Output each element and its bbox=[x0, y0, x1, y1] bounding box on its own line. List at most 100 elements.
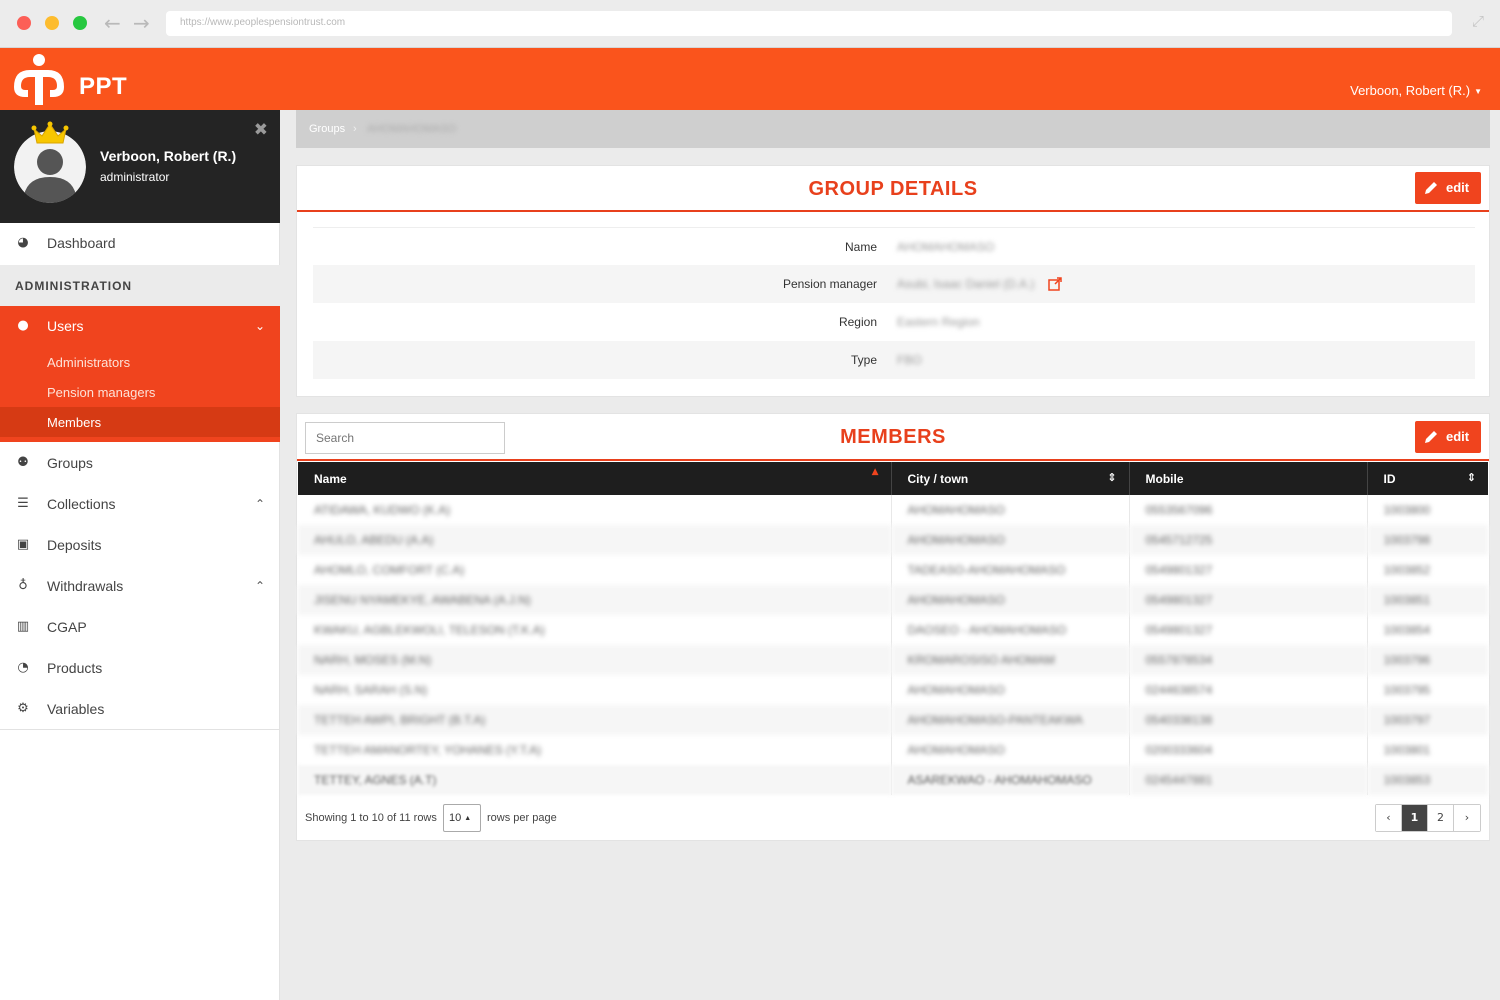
id-cell: 1003796 bbox=[1367, 645, 1488, 675]
table-row[interactable]: NARH, MOSES (M.N) KROMAROSISO AHOMAM 05578… bbox=[298, 645, 1488, 675]
pencil-icon bbox=[1425, 182, 1437, 194]
table-header-row: Name ▲ City / town ⇕ Mobile ID ⇕ bbox=[298, 462, 1488, 495]
breadcrumb: Groups › AHOMAHOMASO bbox=[296, 110, 1490, 148]
group-edit-button[interactable]: edit bbox=[1415, 172, 1481, 204]
name-cell: ATIDAWA, KUDWO (K.A) bbox=[298, 495, 892, 525]
detail-row-type: Type FBO bbox=[313, 341, 1475, 379]
section-title: ADMINISTRATION bbox=[15, 279, 133, 293]
expand-icon[interactable]: ⤢ bbox=[1472, 12, 1484, 30]
nav-pension-managers-label: Pension managers bbox=[47, 385, 156, 400]
mobile-cell: 0549801327 bbox=[1129, 585, 1368, 615]
nav-groups[interactable]: ⚉ Groups bbox=[0, 443, 280, 484]
nav-pension-managers[interactable]: Pension managers bbox=[0, 377, 280, 407]
column-header-name[interactable]: Name ▲ bbox=[298, 462, 892, 495]
table-row[interactable]: JISENU NYAMEKYE, AWABENA (A.J.N) AHOMAHOM… bbox=[298, 585, 1488, 615]
rows-per-page-select[interactable]: 10 ▲ bbox=[443, 804, 481, 832]
column-header-city[interactable]: City / town ⇕ bbox=[891, 462, 1130, 495]
ppt-logo-icon[interactable] bbox=[8, 53, 70, 105]
nav-dashboard-label: Dashboard bbox=[47, 235, 116, 251]
nav-deposits-label: Deposits bbox=[47, 537, 102, 553]
table-row[interactable]: TETTEH AMANORTEY, YOHANES (Y.T.A) AHOMAHO… bbox=[298, 735, 1488, 765]
column-header-id[interactable]: ID ⇕ bbox=[1367, 462, 1488, 495]
nav-users[interactable]: ● Users ⌄ bbox=[0, 306, 280, 347]
table-row[interactable]: KWAKU, AGBLEKWOLI, TELESON (T.K.A) DAOSEO… bbox=[298, 615, 1488, 645]
nav-users-label: Users bbox=[47, 318, 84, 334]
page-2-button[interactable]: 2 bbox=[1428, 805, 1454, 831]
nav-products-label: Products bbox=[47, 660, 103, 676]
pencil-icon bbox=[1425, 431, 1437, 443]
nav-variables-label: Variables bbox=[47, 701, 105, 717]
column-header-mobile[interactable]: Mobile bbox=[1129, 462, 1368, 495]
members-edit-button[interactable]: edit bbox=[1415, 421, 1481, 453]
city-cell: AHOMAHOMASO-PANTEAKWA bbox=[891, 705, 1130, 735]
minimize-window-button[interactable] bbox=[45, 16, 59, 30]
table-row[interactable]: NARH, SARAH (S.N) AHOMAHOMASO 0244638574 10… bbox=[298, 675, 1488, 705]
money-bag-icon: ♁ bbox=[18, 578, 28, 593]
table-row[interactable]: AHULO, ABEDU (A.A) AHOMAHOMASO 0545712725 1… bbox=[298, 525, 1488, 555]
nav-products[interactable]: ◔ Products bbox=[0, 648, 280, 689]
close-window-button[interactable] bbox=[17, 16, 31, 30]
city-cell: KROMAROSISO AHOMAM bbox=[891, 645, 1130, 675]
breadcrumb-groups-link[interactable]: Groups bbox=[309, 123, 345, 135]
table-row[interactable]: TETTEY, AGNES (A.T) ASAREKWAO - AHOMAHOMA… bbox=[298, 765, 1488, 795]
administration-section-header: ADMINISTRATION bbox=[0, 265, 280, 306]
city-cell: AHOMAHOMASO bbox=[891, 675, 1130, 705]
pagination: ‹ 1 2 › bbox=[1375, 804, 1481, 832]
name-cell: KWAKU, AGBLEKWOLI, TELESON (T.K.A) bbox=[298, 615, 892, 645]
nav-deposits[interactable]: ▣ Deposits bbox=[0, 525, 280, 566]
city-cell: ASAREKWAO - AHOMAHOMASO bbox=[891, 765, 1130, 795]
user-menu[interactable]: Verboon, Robert (R.) ▼ bbox=[1350, 83, 1482, 98]
column-header-label: Name bbox=[314, 471, 347, 486]
nav-groups-label: Groups bbox=[47, 455, 93, 471]
profile-name: Verboon, Robert (R.) bbox=[100, 148, 237, 164]
nav-withdrawals-label: Withdrawals bbox=[47, 578, 124, 594]
list-icon: ☰ bbox=[17, 496, 29, 511]
detail-label: Region bbox=[838, 315, 877, 329]
mobile-cell: 0557878534 bbox=[1129, 645, 1368, 675]
nav-members[interactable]: Members bbox=[0, 407, 280, 437]
name-cell: NARH, MOSES (M.N) bbox=[298, 645, 892, 675]
table-row[interactable]: TETTEH AWPI, BRIGHT (B.T.A) AHOMAHOMASO-P… bbox=[298, 705, 1488, 735]
detail-row-name: Name AHOMAHOMASO bbox=[313, 227, 1475, 265]
crown-icon bbox=[31, 121, 69, 144]
nav-collections-label: Collections bbox=[47, 496, 116, 512]
group-edit-label: edit bbox=[1446, 180, 1470, 195]
brand-name[interactable]: PPT bbox=[79, 73, 127, 101]
detail-value[interactable]: Asubi, Isaac Daniel (D.A.) bbox=[897, 277, 1034, 291]
prev-page-button[interactable]: ‹ bbox=[1376, 805, 1402, 831]
external-link-icon[interactable] bbox=[1048, 277, 1062, 291]
forward-arrow-icon[interactable]: → bbox=[133, 11, 150, 35]
table-row[interactable]: ATIDAWA, KUDWO (K.A) AHOMAHOMASO 055356709… bbox=[298, 495, 1488, 525]
members-table: Name ▲ City / town ⇕ Mobile ID ⇕ ATIDAWA, K… bbox=[298, 462, 1488, 795]
name-cell: AHOMLO, COMFORT (C.A) bbox=[298, 555, 892, 585]
user-icon: ● bbox=[17, 318, 29, 333]
column-header-label: City / town bbox=[907, 471, 969, 486]
chevron-down-icon: ⌄ bbox=[254, 319, 265, 333]
url-bar[interactable]: https://www.peoplespensiontrust.com bbox=[166, 11, 1452, 36]
mobile-cell: 0549801327 bbox=[1129, 615, 1368, 645]
bar-chart-icon: ▥ bbox=[16, 619, 30, 634]
nav-variables[interactable]: ⚙ Variables bbox=[0, 689, 280, 730]
nav-dashboard[interactable]: ◕ Dashboard bbox=[0, 223, 280, 264]
members-panel: MEMBERS edit Name ▲ City / town ⇕ Mobile I… bbox=[296, 413, 1490, 841]
zoom-window-button[interactable] bbox=[73, 16, 87, 30]
money-icon: ▣ bbox=[16, 537, 30, 552]
nav-cgap[interactable]: ▥ CGAP bbox=[0, 607, 280, 648]
nav-collections[interactable]: ☰ Collections ⌃ bbox=[0, 484, 280, 525]
id-cell: 1003801 bbox=[1383, 743, 1431, 757]
next-page-button[interactable]: › bbox=[1454, 805, 1480, 831]
chevron-up-icon: ⌃ bbox=[254, 579, 265, 593]
table-row[interactable]: AHOMLO, COMFORT (C.A) TADEASO-AHOMAHOMASO… bbox=[298, 555, 1488, 585]
city-cell: AHOMAHOMASO bbox=[891, 495, 1130, 525]
gear-icon: ⚙ bbox=[17, 701, 29, 716]
name-cell: TETTEY, AGNES (A.T) bbox=[298, 765, 892, 795]
nav-administrators[interactable]: Administrators bbox=[0, 347, 280, 377]
back-arrow-icon[interactable]: ← bbox=[104, 11, 121, 35]
mobile-cell: 0553567096 bbox=[1129, 495, 1368, 525]
nav-withdrawals[interactable]: ♁ Withdrawals ⌃ bbox=[0, 566, 280, 607]
city-cell: TADEASO-AHOMAHOMASO bbox=[891, 555, 1130, 585]
page-1-button[interactable]: 1 bbox=[1402, 805, 1428, 831]
column-header-label: ID bbox=[1383, 471, 1396, 486]
detail-label: Type bbox=[850, 353, 877, 367]
close-icon[interactable]: ✖ bbox=[254, 120, 268, 140]
